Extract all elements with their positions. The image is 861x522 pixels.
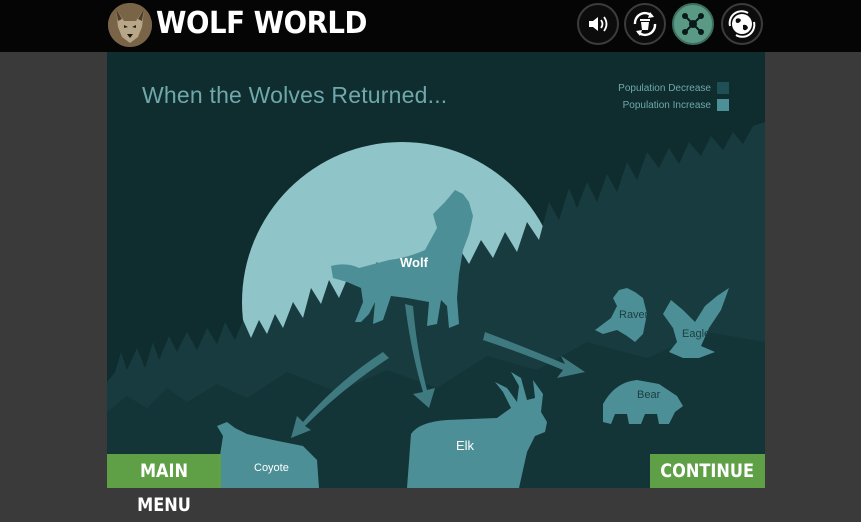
main-menu-label: MAIN MENU [137,460,191,516]
legend-decrease-label: Population Decrease [618,82,711,94]
legend-increase: Population Increase [623,99,729,111]
legend-decrease-swatch [717,82,729,94]
scene-title: When the Wolves Returned... [142,82,448,108]
scene-illustration [107,122,765,488]
wolf-label[interactable]: Wolf [400,255,428,270]
top-bar: WOLF WORLD [0,0,861,52]
coyote-label[interactable]: Coyote [254,462,289,474]
sound-button[interactable] [577,3,619,45]
legend-decrease: Population Decrease [618,82,729,94]
wolf-logo-icon [108,3,152,47]
bear-label[interactable]: Bear [637,389,660,401]
speaker-icon [589,16,608,32]
raven-label[interactable]: Raven [619,309,651,321]
legend-increase-label: Population Increase [622,99,711,111]
elk-label[interactable]: Elk [456,438,474,453]
globe-icon [728,10,756,38]
continue-button[interactable]: CONTINUE [650,454,765,488]
legend-increase-swatch [717,99,729,111]
recycle-button[interactable] [624,3,666,45]
main-menu-button[interactable]: MAIN MENU [107,454,221,516]
trash-recycle-icon [633,11,657,37]
network-icon [682,13,704,35]
food-web-stage: When the Wolves Returned... Population D… [107,52,765,488]
globe-button[interactable] [721,3,763,45]
network-button[interactable] [672,3,714,45]
app-title: WOLF WORLD [156,6,368,41]
continue-label: CONTINUE [660,460,755,482]
eagle-label[interactable]: Eagle [682,328,710,340]
